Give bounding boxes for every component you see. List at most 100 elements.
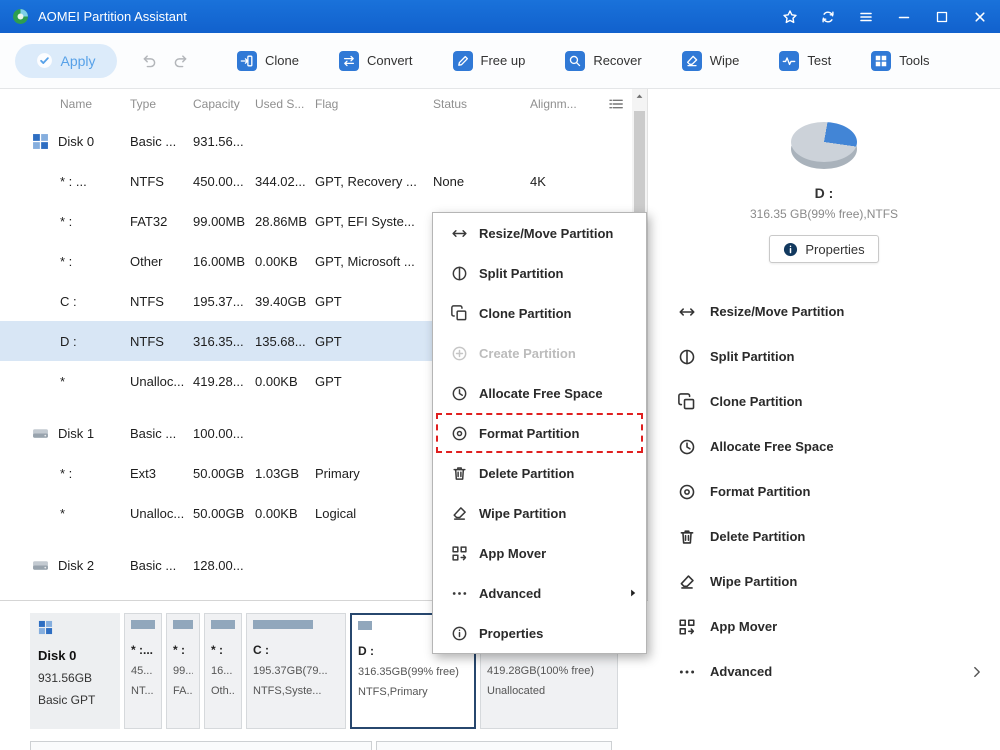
panel-item-label: App Mover [710, 619, 777, 634]
partition-label: * : [173, 643, 193, 657]
row-flag: GPT, Microsoft ... [310, 254, 428, 269]
hamburger-menu-icon[interactable] [858, 9, 874, 25]
table-row-disk0[interactable]: Disk 0 Basic ... 931.56... [0, 121, 632, 161]
toolbar-button-clone[interactable]: Clone [237, 51, 299, 71]
panel-item-clone[interactable]: Clone Partition [648, 379, 1000, 424]
refresh-icon[interactable] [820, 9, 836, 25]
favorite-star-icon[interactable] [782, 9, 798, 25]
disk0-info-block[interactable]: Disk 0 931.56GB Basic GPT [30, 613, 120, 729]
row-type: Ext3 [125, 466, 188, 481]
table-header: Name Type Capacity Used S... Flag Status… [0, 89, 632, 119]
menu-item-app-mover[interactable]: App Mover [433, 533, 646, 573]
toolbar-button-convert[interactable]: Convert [339, 51, 413, 71]
menu-item-format-highlighted[interactable]: Format Partition [433, 413, 646, 453]
panel-item-format[interactable]: Format Partition [648, 469, 1000, 514]
partition-block[interactable]: * : 99... FA... [166, 613, 200, 729]
minimize-button[interactable] [896, 9, 912, 25]
apply-button[interactable]: Apply [15, 44, 117, 78]
partition-block[interactable]: * :... 45... NT... [124, 613, 162, 729]
partition-size: 316.35GB(99% free) [358, 666, 468, 678]
right-panel-menu: Resize/Move Partition Split Partition Cl… [648, 289, 1000, 694]
menu-item-properties[interactable]: Properties [433, 613, 646, 653]
row-flag: GPT [310, 334, 428, 349]
column-settings-icon[interactable] [600, 96, 624, 112]
row-used: 0.00KB [250, 506, 310, 521]
column-header-type[interactable]: Type [125, 97, 188, 111]
row-used: 39.40GB [250, 294, 310, 309]
disk-name: Disk 0 [38, 648, 112, 663]
menu-item-create-disabled: Create Partition [433, 333, 646, 373]
menu-item-delete[interactable]: Delete Partition [433, 453, 646, 493]
row-name: * [0, 374, 125, 389]
redo-icon[interactable] [172, 52, 189, 69]
toolbar-button-recover[interactable]: Recover [565, 51, 641, 71]
menu-item-resize-move[interactable]: Resize/Move Partition [433, 213, 646, 253]
row-capacity: 316.35... [188, 334, 250, 349]
table-row[interactable]: * : ... NTFS 450.00... 344.02... GPT, Re… [0, 161, 632, 201]
column-header-align[interactable]: Alignm... [525, 97, 600, 111]
toolbar-button-wipe[interactable]: Wipe [682, 51, 740, 71]
row-type: Basic ... [125, 558, 188, 573]
column-header-capacity[interactable]: Capacity [188, 97, 250, 111]
panel-item-advanced[interactable]: Advanced [648, 649, 1000, 694]
panel-item-wipe[interactable]: Wipe Partition [648, 559, 1000, 604]
app-window: AOMEI Partition Assistant Apply Clone Co… [0, 0, 1000, 750]
menu-item-label: Wipe Partition [479, 506, 566, 521]
menu-item-clone[interactable]: Clone Partition [433, 293, 646, 333]
partition-usage-bar [173, 620, 193, 629]
partition-usage-bar [131, 620, 155, 629]
menu-item-split[interactable]: Split Partition [433, 253, 646, 293]
column-header-flag[interactable]: Flag [310, 97, 428, 111]
panel-item-label: Resize/Move Partition [710, 304, 844, 319]
scroll-up-icon[interactable] [632, 89, 647, 104]
partition-fs: Unallocated [487, 685, 611, 697]
row-flag: GPT [310, 374, 428, 389]
partition-fs: Oth... [211, 685, 235, 697]
panel-item-app-mover[interactable]: App Mover [648, 604, 1000, 649]
toolbar-buttons: Clone Convert Free up Recover Wipe Test [237, 51, 930, 71]
row-name: Disk 1 [58, 426, 94, 441]
menu-item-allocate[interactable]: Allocate Free Space [433, 373, 646, 413]
toolbar: Apply Clone Convert Free up Recover [0, 33, 1000, 89]
panel-item-split[interactable]: Split Partition [648, 334, 1000, 379]
column-header-name[interactable]: Name [0, 97, 125, 111]
menu-item-label: Clone Partition [479, 306, 571, 321]
maximize-button[interactable] [934, 9, 950, 25]
toolbar-button-freeup[interactable]: Free up [453, 51, 526, 71]
row-name: * : [0, 254, 125, 269]
delete-icon [678, 528, 696, 546]
right-panel: D : 316.35 GB(99% free),NTFS Properties … [647, 89, 1000, 750]
column-header-status[interactable]: Status [428, 97, 525, 111]
toolbar-label: Tools [899, 53, 929, 68]
titlebar: AOMEI Partition Assistant [0, 0, 1000, 33]
panel-item-label: Allocate Free Space [710, 439, 834, 454]
toolbar-button-test[interactable]: Test [779, 51, 831, 71]
split-icon [451, 265, 468, 282]
partition-size: 45... [131, 665, 155, 677]
properties-button[interactable]: Properties [769, 235, 878, 263]
panel-item-label: Split Partition [710, 349, 795, 364]
panel-item-allocate[interactable]: Allocate Free Space [648, 424, 1000, 469]
wipe-icon [678, 573, 696, 591]
test-icon [779, 51, 799, 71]
partition-fs: FA... [173, 685, 193, 697]
row-capacity: 50.00GB [188, 506, 250, 521]
column-header-used[interactable]: Used S... [250, 97, 310, 111]
panel-item-delete[interactable]: Delete Partition [648, 514, 1000, 559]
create-icon [451, 345, 468, 362]
menu-item-advanced[interactable]: Advanced [433, 573, 646, 613]
partition-block[interactable]: * : 16... Oth... [204, 613, 242, 729]
partition-block-c[interactable]: C : 195.37GB(79... NTFS,Syste... [246, 613, 346, 729]
toolbar-button-tools[interactable]: Tools [871, 51, 929, 71]
apply-label: Apply [60, 53, 95, 69]
split-icon [678, 348, 696, 366]
undo-icon[interactable] [141, 52, 158, 69]
row-name: D : [0, 334, 125, 349]
panel-item-label: Clone Partition [710, 394, 802, 409]
toolbar-label: Clone [265, 53, 299, 68]
panel-item-resize-move[interactable]: Resize/Move Partition [648, 289, 1000, 334]
chevron-right-icon [970, 665, 984, 679]
close-button[interactable] [972, 9, 988, 25]
menu-item-wipe[interactable]: Wipe Partition [433, 493, 646, 533]
row-capacity: 99.00MB [188, 214, 250, 229]
